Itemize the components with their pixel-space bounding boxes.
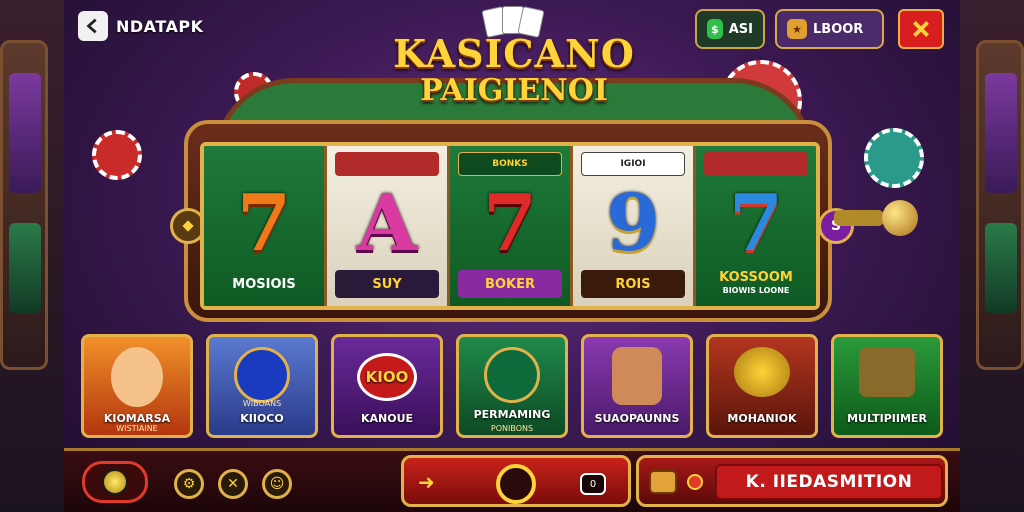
notification-dot-icon [687, 474, 703, 490]
spin-panel[interactable]: ➜ 0 [401, 455, 631, 507]
brand-name: NDATAPK [116, 16, 204, 36]
reel-top-badge [335, 152, 439, 176]
reel-top-badge [704, 152, 808, 176]
bottom-bar: ⚙ ✕ ☺ ➜ 0 K. IIEDASMITION [64, 448, 960, 512]
side-slot-machine-right [976, 40, 1024, 370]
reel-5: 7 KOSSOOM BIOWIS LOONE [696, 146, 816, 306]
arrow-right-icon: ➜ [418, 470, 435, 494]
reel-top-badge: IGIOI [581, 152, 685, 176]
tile-title: KIIOCO [240, 412, 284, 425]
side-screen-left-top [9, 73, 41, 193]
slot-lever[interactable] [834, 210, 884, 226]
slot-machine: 7 MOSIOIS A SUY BONKS 7 BOKER IGIOI 9 RO… [170, 120, 854, 322]
currency-cash-value: ASI [728, 21, 753, 37]
reel-symbol: A [356, 178, 418, 269]
reel-2: A SUY [327, 146, 450, 306]
reel-1: 7 MOSIOIS [204, 146, 327, 306]
reel-symbol: 7 [728, 178, 784, 269]
background-left-machine [0, 0, 64, 512]
tile-art-character-icon [612, 347, 662, 405]
currency-ticket-value: LBOOR [813, 21, 864, 37]
close-icon [913, 21, 929, 37]
reel-symbol: 7 [236, 178, 292, 269]
tile-art-sword-icon [484, 347, 540, 403]
side-slot-machine-left [0, 40, 48, 370]
tile-title: PERMAMING [473, 408, 551, 421]
settings-icon[interactable]: ⚙ [174, 469, 204, 499]
spin-count-badge: 0 [580, 473, 606, 495]
currency-pill-tickets[interactable]: ★ LBOOR [775, 9, 884, 49]
background-right-machine [960, 0, 1024, 512]
tile-art-coins-icon [734, 347, 790, 397]
reel-label: SUY [335, 270, 439, 298]
tile-title: MULTIPIIMER [847, 412, 927, 425]
game-stage: NDATAPK $ ASI ★ LBOOR KASICANO PAIGIENOI… [64, 0, 960, 512]
reel-label-sub: BIOWIS LOONE [722, 286, 790, 295]
promo-panel[interactable]: K. IIEDASMITION [636, 455, 948, 507]
tile-art-compass-icon [234, 347, 290, 403]
game-tiles: KIOMARSA WISTIAINE KIIOCO WIBOANS KIOO K… [81, 334, 943, 438]
game-tile[interactable]: KIOO KANOUE [331, 334, 443, 438]
decor-chip [864, 128, 924, 188]
reel-label: ROIS [581, 270, 685, 298]
promo-button[interactable]: K. IIEDASMITION [715, 464, 943, 500]
close-button[interactable] [898, 9, 944, 49]
treasure-chest-icon [649, 470, 677, 494]
tile-title: KANOUE [360, 412, 414, 425]
side-screen-right-bottom [985, 223, 1017, 313]
reel-label-main: KOSSOOM [719, 270, 793, 285]
spin-wheel-icon[interactable] [496, 464, 536, 504]
ticket-icon: ★ [787, 19, 807, 39]
game-tile[interactable]: PERMAMING PONIBONS [456, 334, 568, 438]
tile-art-portrait-icon [111, 347, 163, 407]
reel-label: MOSIOIS [232, 276, 296, 292]
tile-subtitle: WISTIAINE [116, 424, 158, 433]
decor-chip [92, 130, 142, 180]
game-tile[interactable]: MULTIPIIMER [831, 334, 943, 438]
reel-4: IGIOI 9 ROIS [573, 146, 696, 306]
tile-title: SUAOPAUNNS [594, 412, 680, 425]
trophy-icon[interactable]: ✕ [218, 469, 248, 499]
tile-subtitle: PONIBONS [490, 424, 534, 433]
side-screen-left-bottom [9, 223, 41, 313]
reel-window: 7 MOSIOIS A SUY BONKS 7 BOKER IGIOI 9 RO… [200, 142, 820, 310]
slot-lever-handle[interactable] [882, 200, 918, 236]
game-tile[interactable]: MOHANIOK [706, 334, 818, 438]
chat-icon[interactable]: ☺ [262, 469, 292, 499]
back-arrow-icon [86, 18, 97, 34]
reel-label: BOKER [458, 270, 562, 298]
reel-3: BONKS 7 BOKER [450, 146, 573, 306]
game-title-line2: PAIGIENOI [420, 73, 608, 108]
game-tile[interactable]: KIOMARSA WISTIAINE [81, 334, 193, 438]
game-title-line1: KASICANO [393, 31, 635, 76]
tile-art-emblem-icon [859, 347, 915, 397]
reel-label: KOSSOOM BIOWIS LOONE [704, 270, 808, 298]
game-title: KASICANO PAIGIENOI [364, 34, 664, 108]
tile-art-text: KIOO [357, 353, 417, 401]
reel-top-badge: BONKS [458, 152, 562, 176]
cash-icon: $ [707, 19, 723, 39]
reel-symbol: 9 [605, 178, 661, 269]
tile-subtitle: WIBOANS [242, 399, 282, 408]
coin-button[interactable] [82, 461, 148, 503]
side-screen-right-top [985, 73, 1017, 193]
game-tile[interactable]: KIIOCO WIBOANS [206, 334, 318, 438]
brand-area: NDATAPK [78, 10, 204, 42]
tile-title: MOHANIOK [727, 412, 797, 425]
game-tile[interactable]: SUAOPAUNNS [581, 334, 693, 438]
coin-icon [102, 469, 128, 495]
back-button[interactable] [78, 11, 108, 41]
currency-pill-cash[interactable]: $ ASI [695, 9, 765, 49]
reel-symbol: 7 [482, 178, 538, 269]
